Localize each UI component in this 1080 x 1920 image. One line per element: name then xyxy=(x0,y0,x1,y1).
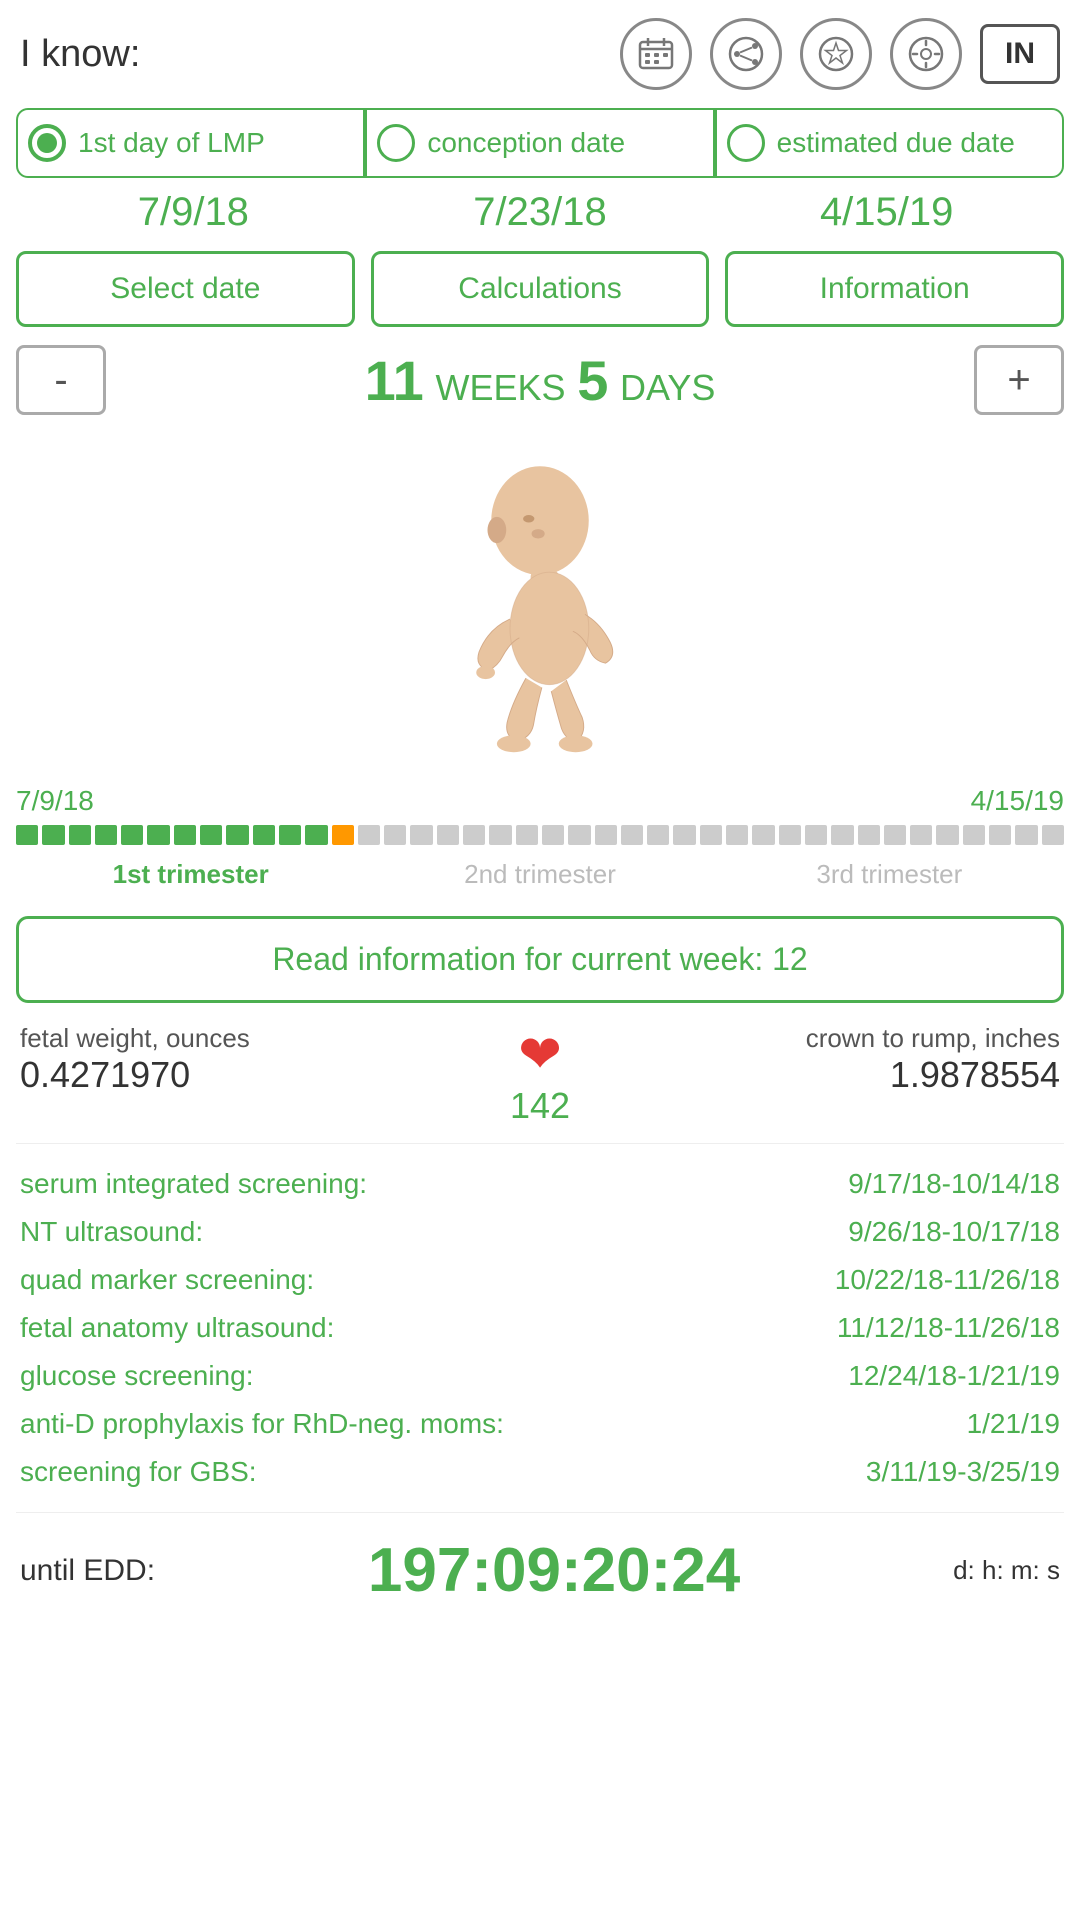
calendar-icon[interactable] xyxy=(620,18,692,90)
radio-due-circle xyxy=(727,124,765,162)
settings-icon[interactable] xyxy=(890,18,962,90)
edd-row: until EDD: 197:09:20:24 d: h: m: s xyxy=(0,1519,1080,1626)
screening-row: glucose screening:12/24/18-1/21/19 xyxy=(20,1352,1060,1400)
screening-date: 10/22/18-11/26/18 xyxy=(835,1264,1060,1296)
information-button[interactable]: Information xyxy=(725,251,1064,327)
radio-due-label: estimated due date xyxy=(777,126,1015,160)
share-icon[interactable] xyxy=(710,18,782,90)
heart-metric: ❤ 142 xyxy=(510,1023,570,1127)
radio-conception-circle xyxy=(377,124,415,162)
edd-timer: 197:09:20:24 xyxy=(165,1535,943,1606)
trimester-3-label: 3rd trimester xyxy=(715,859,1064,890)
star-icon[interactable] xyxy=(800,18,872,90)
radio-options: 1st day of LMP conception date estimated… xyxy=(0,108,1080,178)
days-number: 5 xyxy=(577,349,608,412)
radio-conception[interactable]: conception date xyxy=(365,108,714,178)
screening-label: NT ultrasound: xyxy=(20,1216,848,1248)
date-row: 7/9/18 7/23/18 4/15/19 xyxy=(0,178,1080,243)
progress-dates: 7/9/18 4/15/19 xyxy=(16,785,1064,817)
screening-row: fetal anatomy ultrasound:11/12/18-11/26/… xyxy=(20,1304,1060,1352)
i-know-label: I know: xyxy=(20,33,140,76)
screening-row: NT ultrasound:9/26/18-10/17/18 xyxy=(20,1208,1060,1256)
progress-end-date: 4/15/19 xyxy=(971,785,1064,817)
screening-date: 3/11/19-3/25/19 xyxy=(866,1456,1060,1488)
screening-label: fetal anatomy ultrasound: xyxy=(20,1312,837,1344)
progress-bar xyxy=(16,823,1064,847)
days-label: DAYS xyxy=(620,367,715,408)
divider-1 xyxy=(16,1143,1064,1144)
trimester-1-label: 1st trimester xyxy=(16,859,365,890)
crown-rump-value: 1.9878554 xyxy=(580,1054,1060,1096)
edd-label: until EDD: xyxy=(20,1554,155,1588)
heart-icon: ❤ xyxy=(518,1029,562,1081)
metrics-row: fetal weight, ounces 0.4271970 ❤ 142 cro… xyxy=(0,1013,1080,1137)
select-date-button[interactable]: Select date xyxy=(16,251,355,327)
radio-conception-label: conception date xyxy=(427,126,625,160)
button-row: Select date Calculations Information xyxy=(0,243,1080,335)
radio-lmp-label: 1st day of LMP xyxy=(78,126,265,160)
screening-label: glucose screening: xyxy=(20,1360,848,1392)
fetal-weight-value: 0.4271970 xyxy=(20,1054,500,1096)
screening-label: screening for GBS: xyxy=(20,1456,866,1488)
weeks-number: 11 xyxy=(365,349,424,412)
read-info-button[interactable]: Read information for current week: 12 xyxy=(16,916,1064,1003)
top-bar: I know: xyxy=(0,0,1080,100)
week-display: 11 WEEKS 5 DAYS xyxy=(116,348,964,413)
radio-due[interactable]: estimated due date xyxy=(715,108,1064,178)
screening-label: quad marker screening: xyxy=(20,1264,835,1296)
trimester-2-label: 2nd trimester xyxy=(365,859,714,890)
progress-start-date: 7/9/18 xyxy=(16,785,94,817)
radio-lmp-circle xyxy=(28,124,66,162)
fetal-weight-label: fetal weight, ounces xyxy=(20,1023,500,1054)
in-button[interactable]: IN xyxy=(980,24,1060,84)
crown-rump-label: crown to rump, inches xyxy=(580,1023,1060,1054)
fetus-image-container xyxy=(0,425,1080,785)
screening-table: serum integrated screening:9/17/18-10/14… xyxy=(0,1150,1080,1506)
screening-date: 9/26/18-10/17/18 xyxy=(848,1216,1060,1248)
screening-date: 1/21/19 xyxy=(967,1408,1060,1440)
top-icons: IN xyxy=(620,18,1060,90)
fetus-image xyxy=(430,455,650,755)
lmp-date: 7/9/18 xyxy=(20,190,367,235)
week-row: - 11 WEEKS 5 DAYS + xyxy=(0,335,1080,425)
fetal-weight-metric: fetal weight, ounces 0.4271970 xyxy=(20,1023,500,1096)
heart-count: 142 xyxy=(510,1085,570,1127)
due-date: 4/15/19 xyxy=(713,190,1060,235)
minus-button[interactable]: - xyxy=(16,345,106,415)
screening-row: screening for GBS:3/11/19-3/25/19 xyxy=(20,1448,1060,1496)
screening-row: serum integrated screening:9/17/18-10/14… xyxy=(20,1160,1060,1208)
screening-label: anti-D prophylaxis for RhD-neg. moms: xyxy=(20,1408,967,1440)
screening-date: 11/12/18-11/26/18 xyxy=(837,1312,1060,1344)
crown-rump-metric: crown to rump, inches 1.9878554 xyxy=(580,1023,1060,1096)
radio-lmp[interactable]: 1st day of LMP xyxy=(16,108,365,178)
screening-row: anti-D prophylaxis for RhD-neg. moms:1/2… xyxy=(20,1400,1060,1448)
weeks-label: WEEKS xyxy=(435,367,565,408)
screening-date: 12/24/18-1/21/19 xyxy=(848,1360,1060,1392)
calculations-button[interactable]: Calculations xyxy=(371,251,710,327)
plus-button[interactable]: + xyxy=(974,345,1064,415)
divider-2 xyxy=(16,1512,1064,1513)
screening-label: serum integrated screening: xyxy=(20,1168,848,1200)
conception-date: 7/23/18 xyxy=(367,190,714,235)
trimester-labels: 1st trimester 2nd trimester 3rd trimeste… xyxy=(16,859,1064,890)
screening-date: 9/17/18-10/14/18 xyxy=(848,1168,1060,1200)
screening-row: quad marker screening:10/22/18-11/26/18 xyxy=(20,1256,1060,1304)
progress-section: 7/9/18 4/15/19 // Render tick marks 1st … xyxy=(0,785,1080,900)
edd-units: d: h: m: s xyxy=(953,1555,1060,1586)
